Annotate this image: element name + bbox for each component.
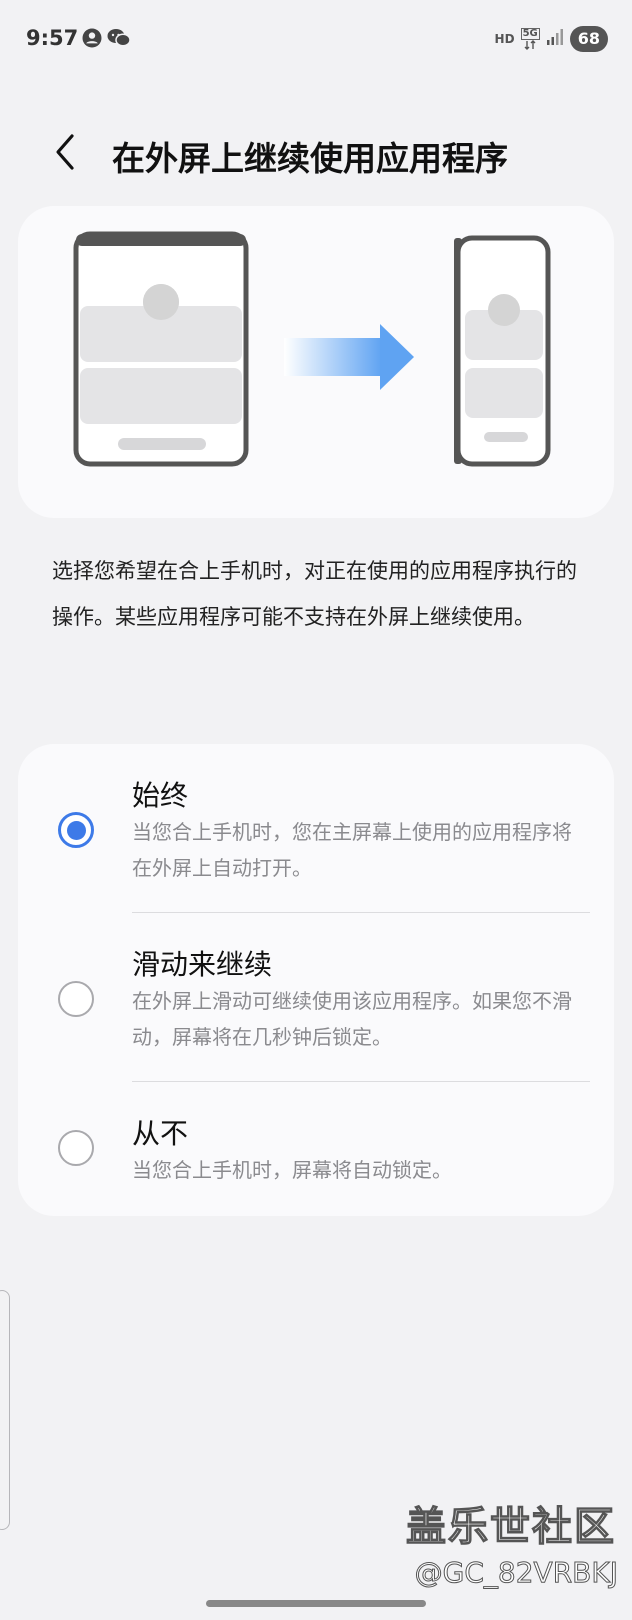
arrow-right-icon	[284, 324, 414, 390]
option-swipe-to-continue[interactable]: 滑动来继续 在外屏上滑动可继续使用该应用程序。如果您不滑动，屏幕将在几秒钟后锁定…	[18, 913, 614, 1081]
back-button[interactable]	[48, 130, 84, 174]
watermark-user: @GC_82VRBKJ	[414, 1556, 618, 1590]
page-header: 在外屏上继续使用应用程序	[0, 112, 632, 192]
option-subtitle: 当您合上手机时，您在主屏幕上使用的应用程序将在外屏上自动打开。	[132, 820, 572, 880]
chevron-left-icon	[56, 134, 74, 170]
folded-phone-icon	[454, 235, 551, 467]
page-title: 在外屏上继续使用应用程序	[112, 139, 508, 178]
wechat-icon	[107, 28, 131, 52]
unfolded-phone-icon	[73, 231, 249, 467]
option-always[interactable]: 始终 当您合上手机时，您在主屏幕上使用的应用程序将在外屏上自动打开。	[18, 744, 614, 912]
signal-5g-icon: 5G	[520, 28, 540, 50]
signal-type-label: 5G	[520, 28, 540, 40]
option-title: 滑动来继续	[132, 948, 273, 981]
gesture-home-bar[interactable]	[206, 1600, 426, 1607]
watermark-brand: 盖乐世社区	[405, 1503, 616, 1550]
option-subtitle: 在外屏上滑动可继续使用该应用程序。如果您不滑动，屏幕将在几秒钟后锁定。	[132, 989, 572, 1049]
option-title: 从不	[132, 1117, 189, 1150]
description-text: 选择您希望在合上手机时，对正在使用的应用程序执行的操作。某些应用程序可能不支持在…	[52, 559, 577, 629]
illustration-card	[18, 206, 614, 518]
status-right-group: HD 5G 68	[495, 26, 608, 52]
illustration	[73, 231, 551, 467]
radio-never[interactable]	[58, 1130, 94, 1166]
status-time: 9:57	[26, 26, 79, 50]
radio-swipe-to-continue[interactable]	[58, 981, 94, 1017]
option-never[interactable]: 从不 当您合上手机时，屏幕将自动锁定。	[18, 1082, 614, 1216]
radio-always[interactable]	[58, 812, 94, 848]
option-subtitle: 当您合上手机时，屏幕将自动锁定。	[132, 1158, 452, 1182]
battery-badge: 68	[569, 26, 608, 52]
network-label: HD	[494, 32, 515, 46]
status-bar: 9:57 HD 5G 68	[0, 0, 632, 80]
options-card: 始终 当您合上手机时，您在主屏幕上使用的应用程序将在外屏上自动打开。 滑动来继续…	[18, 744, 614, 1216]
option-title: 始终	[132, 779, 189, 812]
signal-bars-icon	[546, 28, 564, 50]
account-icon	[82, 28, 102, 52]
edge-panel-handle[interactable]	[0, 1290, 10, 1530]
